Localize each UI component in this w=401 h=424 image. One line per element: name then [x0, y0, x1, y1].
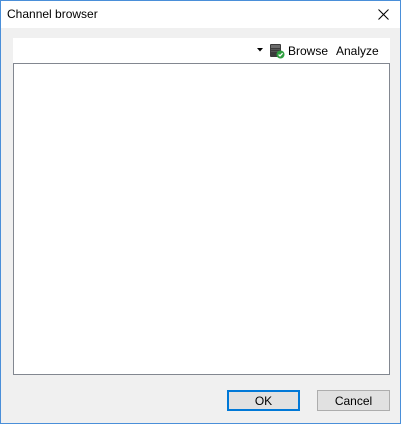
- close-button[interactable]: [366, 1, 400, 28]
- cancel-button[interactable]: Cancel: [317, 390, 390, 411]
- channel-list[interactable]: [13, 63, 390, 375]
- analyze-label: Analyze: [336, 43, 379, 58]
- dropdown-arrow-icon: [257, 48, 263, 52]
- ok-label: OK: [254, 393, 273, 408]
- channel-browser-window: Channel browser Browse Analyze OK Cancel: [0, 0, 401, 424]
- browse-icon: [270, 43, 285, 58]
- close-icon: [377, 9, 389, 20]
- browse-label: Browse: [288, 43, 329, 58]
- analyze-button[interactable]: Analyze: [333, 41, 382, 60]
- ok-button[interactable]: OK: [227, 390, 300, 411]
- cancel-label: Cancel: [334, 393, 373, 408]
- browse-dropdown-button[interactable]: [256, 45, 264, 55]
- title-bar[interactable]: Channel browser: [1, 1, 400, 28]
- window-title: Channel browser: [7, 7, 98, 21]
- toolbar: Browse Analyze: [13, 38, 390, 63]
- browse-button[interactable]: Browse: [267, 41, 330, 60]
